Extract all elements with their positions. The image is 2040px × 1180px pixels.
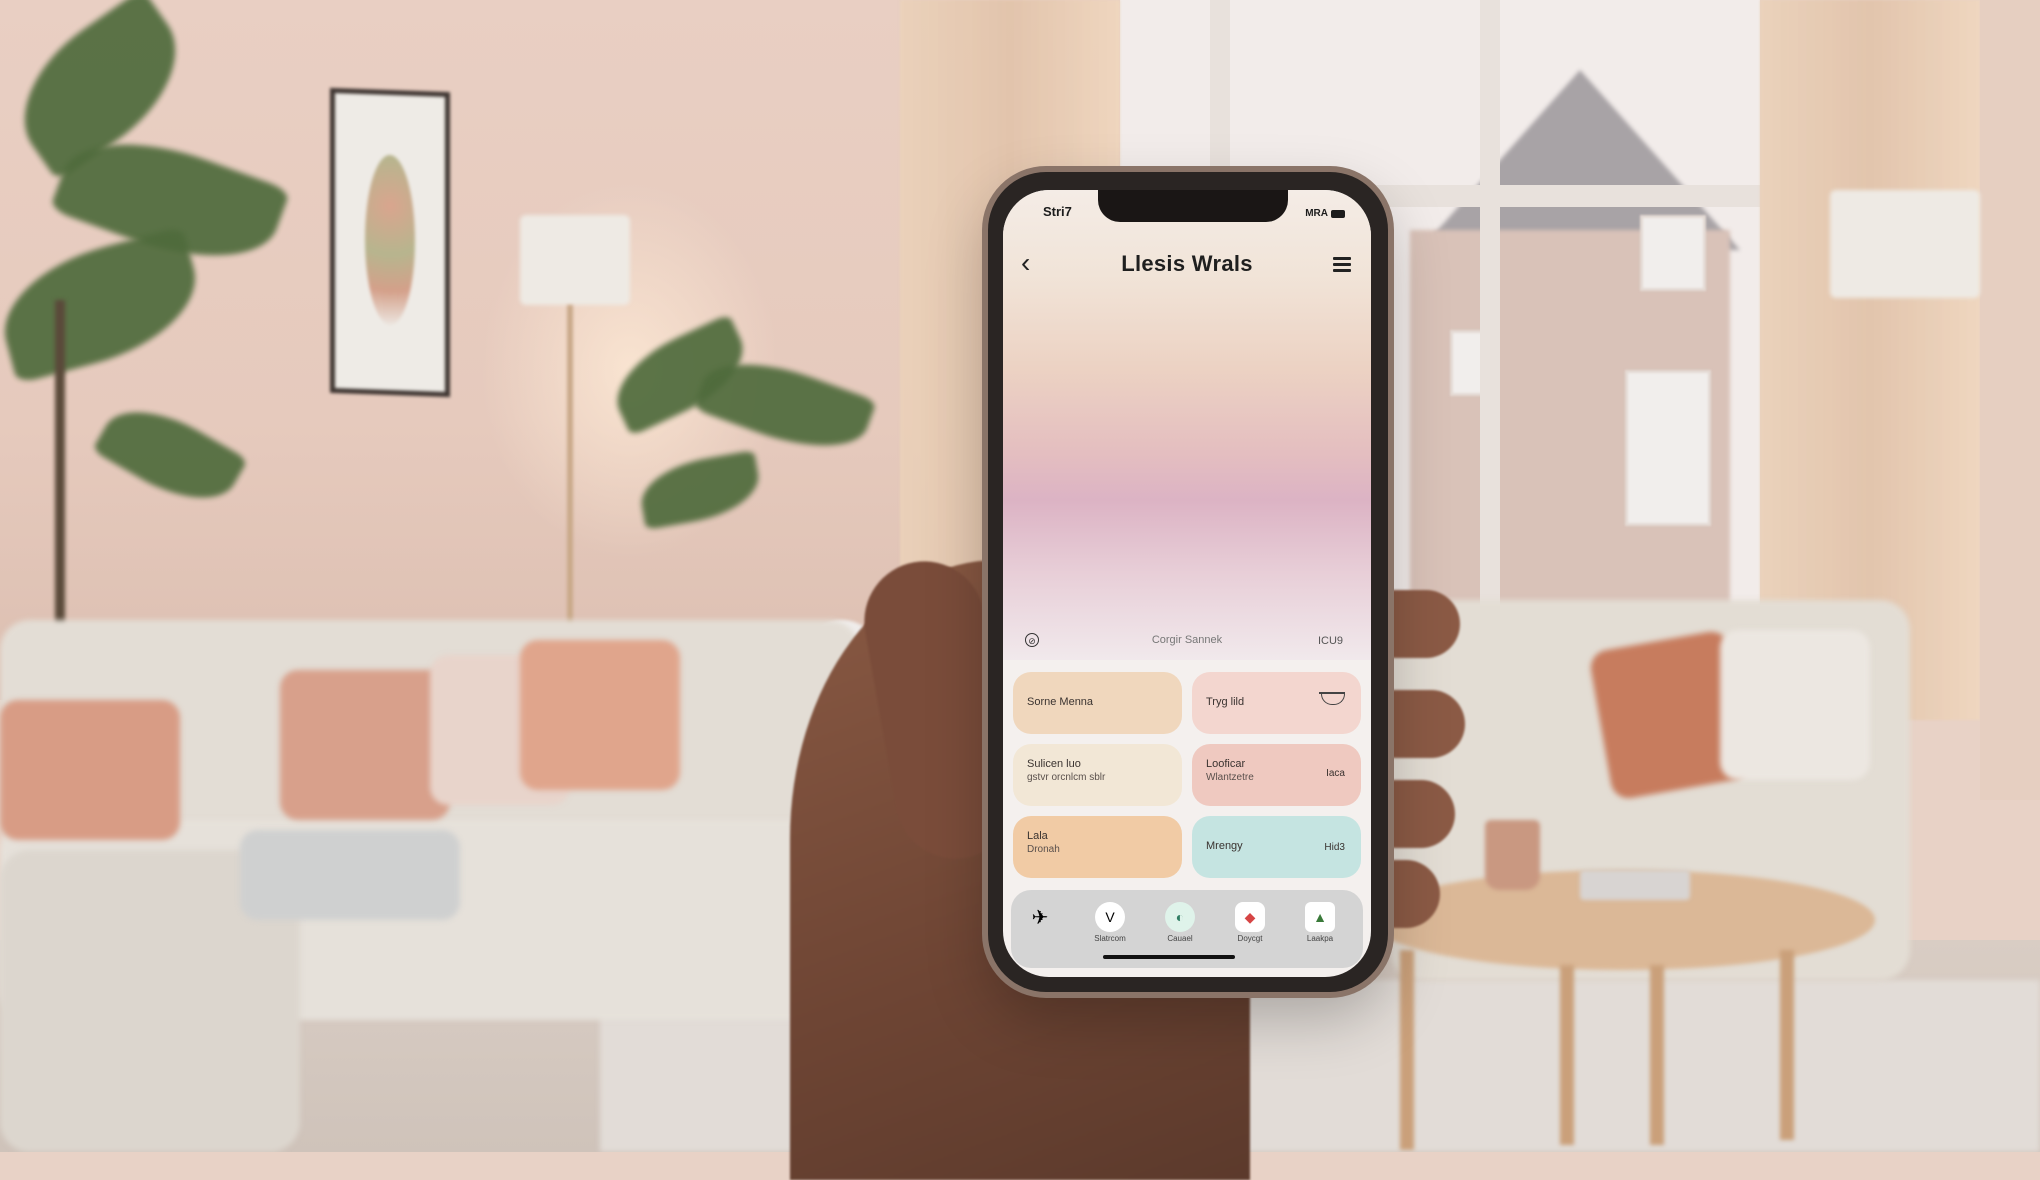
pillow [0,700,180,840]
framed-picture [330,87,450,398]
pillow [280,670,450,820]
phone-screen: Stri7 MRA ‹ Llesis Wrals ⊘ Corgir Sannek… [1003,190,1371,977]
status-time: Stri7 [1043,204,1072,219]
card[interactable]: Tryg lild [1192,672,1361,734]
table-leg [1400,950,1414,1150]
info-center-text: Corgir Sannek [1151,634,1223,646]
card-title: Lala [1027,830,1048,842]
notch [1098,190,1288,222]
card-title: Sulicen luo [1027,758,1081,770]
battery-icon [1331,209,1345,218]
dock-app[interactable]: ▲ Laakpa [1295,902,1345,943]
landscape-app-icon: ▲ [1305,902,1335,932]
coffee-cup [1485,820,1540,890]
window-mullion [1480,0,1500,620]
dock-app-label: Laakpa [1306,934,1334,943]
card[interactable]: Lala Dronah [1013,816,1182,878]
card[interactable]: Looficar Wlantzetre Iaca [1192,744,1361,806]
card-value: Hid3 [1324,842,1345,853]
dock-app-label: Cauael [1167,934,1193,943]
paper-plane-app-icon: ◆ [1235,902,1265,932]
dock-app-label: Doycgt [1237,934,1263,943]
status-signal-text: MRA [1305,208,1328,219]
card[interactable]: Mrengy Hid3 [1192,816,1361,878]
card[interactable]: Sorne Menna [1013,672,1182,734]
page-title: Llesis Wrals [1121,251,1253,276]
hamburger-menu-icon[interactable] [1333,257,1351,275]
card-value: Iaca [1326,768,1345,779]
dock-app[interactable]: V Slatrcom [1085,902,1135,943]
table-leg [1560,965,1574,1145]
dock-app[interactable]: ◐ Cauael [1155,902,1205,943]
table-leg [1650,965,1664,1145]
dock-app[interactable]: ✈ [1015,902,1065,934]
app-header: ‹ Llesis Wrals [1003,245,1371,285]
status-indicators: MRA [1305,208,1345,219]
smartphone: Stri7 MRA ‹ Llesis Wrals ⊘ Corgir Sannek… [988,172,1388,992]
table-leg [1780,950,1794,1140]
info-row: ⊘ Corgir Sannek ICU9 [1003,630,1371,654]
wall-lamp-shade [520,215,630,305]
book [1580,870,1690,900]
card-title: Sorne Menna [1027,696,1094,708]
bird-app-icon: ✈ [1031,906,1049,929]
wall-right [1980,0,2040,800]
card-grid: Sorne Menna Tryg lild Sulicen luo gstvr … [1013,672,1361,878]
house-window [1625,370,1711,526]
floor-lamp-shade [1830,190,1980,298]
pillow [1720,630,1870,780]
dock-app[interactable]: ◆ Doycgt [1225,902,1275,943]
plant-stem [55,300,65,650]
check-app-icon: V [1095,902,1125,932]
info-right-text: ICU9 [1317,635,1343,647]
house-window [1640,215,1706,291]
home-indicator[interactable] [1103,955,1235,959]
throw-blanket [240,830,460,920]
card-subtitle: gstvr orcnlcm sblr [1027,772,1106,783]
pillow [520,640,680,790]
leaf-app-icon: ◐ [1165,902,1195,932]
dock-app-label: Slatrcom [1094,934,1126,943]
picture-art [365,154,415,326]
card[interactable]: Sulicen luo gstvr orcnlcm sblr [1013,744,1182,806]
card-subtitle: Dronah [1027,844,1060,855]
